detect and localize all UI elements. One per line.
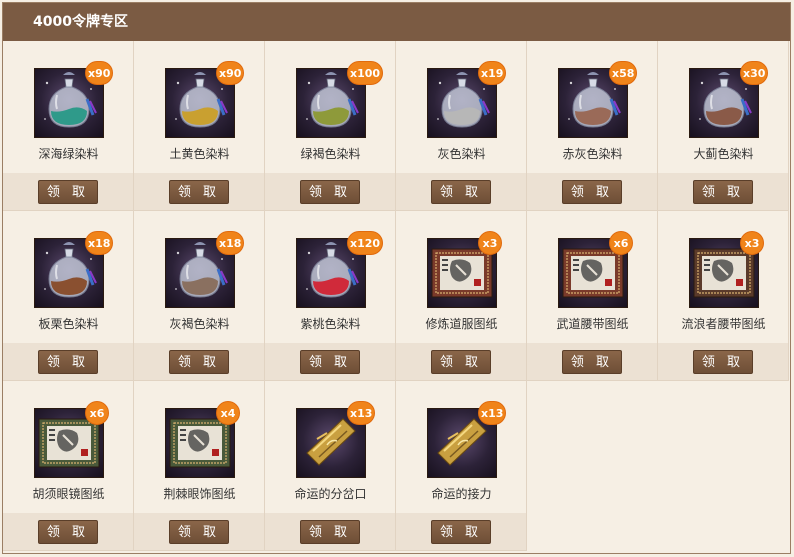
quantity-badge: x90 <box>216 61 245 85</box>
quantity-badge: x58 <box>609 61 638 85</box>
reward-card: x19 灰色染料领 取 <box>396 41 527 211</box>
action-bar: 领 取 <box>396 173 526 210</box>
action-bar: 领 取 <box>265 343 395 380</box>
claim-button[interactable]: 领 取 <box>169 180 229 204</box>
action-bar: 领 取 <box>3 513 133 550</box>
claim-button[interactable]: 领 取 <box>300 350 360 374</box>
claim-button[interactable]: 领 取 <box>693 180 753 204</box>
quantity-badge: x13 <box>478 401 507 425</box>
item-name: 大蓟色染料 <box>693 147 754 161</box>
section-title: 4000令牌专区 <box>3 3 790 41</box>
claim-button[interactable]: 领 取 <box>431 350 491 374</box>
item-name: 灰色染料 <box>437 147 486 161</box>
action-bar: 领 取 <box>396 513 526 550</box>
reward-card: x100 绿褐色染料领 取 <box>265 41 396 211</box>
quantity-badge: x3 <box>740 231 764 255</box>
item-name: 绿褐色染料 <box>300 147 361 161</box>
reward-card: x13 命运的分岔口领 取 <box>265 381 396 551</box>
action-bar: 领 取 <box>658 173 788 210</box>
claim-button[interactable]: 领 取 <box>693 350 753 374</box>
item-name: 修炼道服图纸 <box>425 317 498 331</box>
reward-card: x58 赤灰色染料领 取 <box>527 41 658 211</box>
claim-button[interactable]: 领 取 <box>38 180 98 204</box>
token-zone-panel: 4000令牌专区 x90 深海绿染料领 取 x90 土黄色染料领 取 x100 绿褐色染料… <box>2 2 791 554</box>
quantity-badge: x18 <box>216 231 245 255</box>
action-bar: 领 取 <box>527 173 657 210</box>
reward-card: x90 土黄色染料领 取 <box>134 41 265 211</box>
quantity-badge: x100 <box>347 61 384 85</box>
claim-button[interactable]: 领 取 <box>562 350 622 374</box>
reward-card: x3 修炼道服图纸领 取 <box>396 211 527 381</box>
quantity-badge: x19 <box>478 61 507 85</box>
action-bar: 领 取 <box>658 343 788 380</box>
action-bar: 领 取 <box>3 173 133 210</box>
claim-button[interactable]: 领 取 <box>38 520 98 544</box>
action-bar: 领 取 <box>134 343 264 380</box>
reward-card: x13 命运的接力领 取 <box>396 381 527 551</box>
claim-button[interactable]: 领 取 <box>431 520 491 544</box>
reward-card: x4 荆棘眼饰图纸领 取 <box>134 381 265 551</box>
quantity-badge: x90 <box>85 61 114 85</box>
action-bar: 领 取 <box>134 513 264 550</box>
claim-button[interactable]: 领 取 <box>169 520 229 544</box>
quantity-badge: x6 <box>85 401 109 425</box>
item-name: 赤灰色染料 <box>562 147 623 161</box>
claim-button[interactable]: 领 取 <box>300 180 360 204</box>
item-name: 板栗色染料 <box>38 317 99 331</box>
reward-card: x6 胡须眼镜图纸领 取 <box>3 381 134 551</box>
reward-card: x6 武道腰带图纸领 取 <box>527 211 658 381</box>
quantity-badge: x4 <box>216 401 240 425</box>
action-bar: 领 取 <box>396 343 526 380</box>
claim-button[interactable]: 领 取 <box>169 350 229 374</box>
quantity-badge: x6 <box>609 231 633 255</box>
item-name: 灰褐色染料 <box>169 317 230 331</box>
action-bar: 领 取 <box>527 343 657 380</box>
quantity-badge: x3 <box>478 231 502 255</box>
quantity-badge: x18 <box>85 231 114 255</box>
item-name: 命运的分岔口 <box>294 487 367 501</box>
claim-button[interactable]: 领 取 <box>38 350 98 374</box>
item-name: 荆棘眼饰图纸 <box>163 487 236 501</box>
item-name: 胡须眼镜图纸 <box>32 487 105 501</box>
claim-button[interactable]: 领 取 <box>431 180 491 204</box>
quantity-badge: x13 <box>347 401 376 425</box>
reward-card: x18 灰褐色染料领 取 <box>134 211 265 381</box>
reward-card: x30 大蓟色染料领 取 <box>658 41 789 211</box>
item-name: 武道腰带图纸 <box>556 317 629 331</box>
item-name: 流浪者腰带图纸 <box>681 317 766 331</box>
action-bar: 领 取 <box>265 513 395 550</box>
reward-card: x120 紫桃色染料领 取 <box>265 211 396 381</box>
claim-button[interactable]: 领 取 <box>562 180 622 204</box>
reward-card: x90 深海绿染料领 取 <box>3 41 134 211</box>
reward-card: x3 流浪者腰带图纸领 取 <box>658 211 789 381</box>
item-name: 土黄色染料 <box>169 147 230 161</box>
action-bar: 领 取 <box>3 343 133 380</box>
item-name: 命运的接力 <box>431 487 492 501</box>
reward-grid: x90 深海绿染料领 取 x90 土黄色染料领 取 x100 绿褐色染料领 取 x19 灰色染… <box>3 41 790 555</box>
item-name: 深海绿染料 <box>38 147 99 161</box>
quantity-badge: x120 <box>347 231 384 255</box>
quantity-badge: x30 <box>740 61 769 85</box>
item-name: 紫桃色染料 <box>300 317 361 331</box>
claim-button[interactable]: 领 取 <box>300 520 360 544</box>
reward-card: x18 板栗色染料领 取 <box>3 211 134 381</box>
action-bar: 领 取 <box>134 173 264 210</box>
action-bar: 领 取 <box>265 173 395 210</box>
